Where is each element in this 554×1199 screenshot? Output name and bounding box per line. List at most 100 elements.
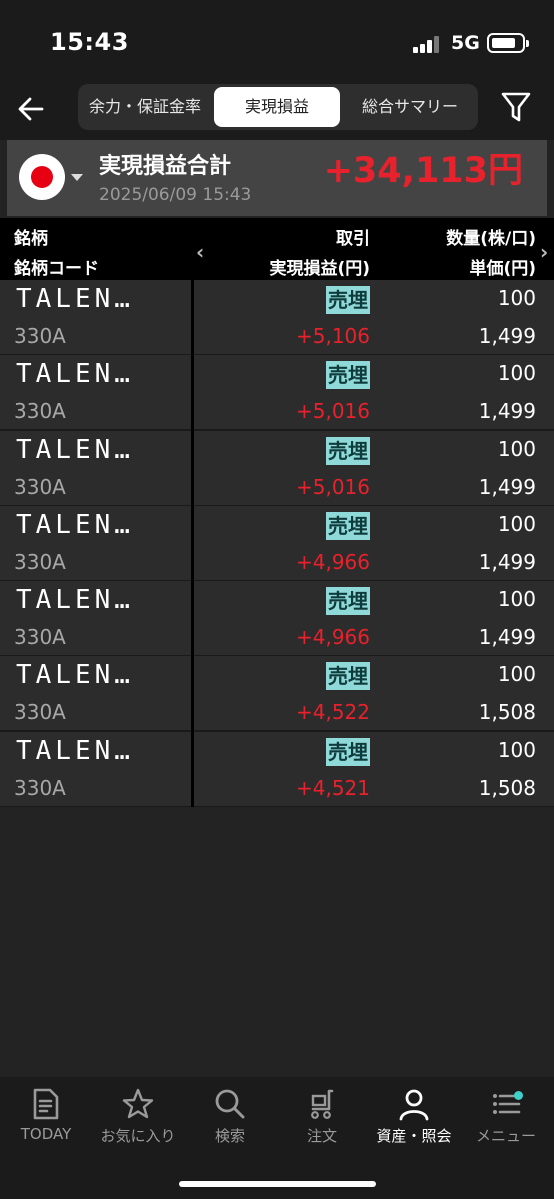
cart-icon: [311, 1089, 334, 1119]
back-button[interactable]: [14, 92, 48, 126]
stock-code: 330A: [14, 625, 66, 650]
quantity: 100: [497, 737, 536, 762]
market-selector[interactable]: [19, 154, 65, 200]
tab-summary[interactable]: 総合サマリー: [346, 87, 474, 127]
quantity: 100: [497, 286, 536, 310]
summary-title: 実現損益合計: [99, 154, 232, 179]
status-time: 15:43: [50, 28, 129, 56]
unit-price: 1,508: [478, 775, 536, 800]
pnl-summary: 実現損益合計 2025/06/09 15:43 +34,113円: [7, 140, 547, 216]
col-code: 銘柄コード: [14, 259, 99, 279]
stock-name: TALEN…: [16, 509, 134, 540]
unit-price: 1,499: [478, 549, 536, 574]
column-divider: [191, 280, 194, 807]
realized-pnl: +4,966: [295, 625, 370, 650]
trade-type-badge: 売埋: [326, 511, 370, 540]
star-icon: [122, 1088, 154, 1119]
status-bar: 15:43 5G: [0, 0, 554, 84]
unit-price: 1,499: [478, 399, 536, 424]
nav-order[interactable]: 注文: [276, 1087, 368, 1157]
trade-type-badge: 売埋: [326, 662, 370, 691]
search-icon: [215, 1089, 245, 1119]
unit-price: 1,499: [478, 625, 536, 650]
stock-name: TALEN…: [16, 284, 134, 314]
chevron-down-icon[interactable]: [71, 174, 83, 181]
document-icon: [33, 1088, 59, 1120]
trade-type-badge: 売埋: [326, 286, 370, 314]
realized-pnl: +4,521: [295, 775, 370, 800]
summary-amount: +34,113円: [323, 151, 523, 191]
table-row[interactable]: TALEN… 330A 売埋 +4,521 100 1,508: [0, 731, 554, 808]
notification-dot: [514, 1091, 523, 1100]
col-name: 銘柄: [14, 229, 48, 249]
stock-code: 330A: [14, 700, 66, 725]
table-row[interactable]: TALEN… 330A 売埋 +4,966 100 1,499: [0, 581, 554, 657]
stock-code: 330A: [14, 549, 66, 574]
stock-name: TALEN…: [16, 585, 134, 616]
trade-type-badge: 売埋: [326, 737, 370, 766]
nav-label: メニュー: [475, 1127, 536, 1145]
quantity: 100: [497, 436, 536, 461]
table-row[interactable]: TALEN… 330A 売埋 +5,016 100 1,499: [0, 430, 554, 506]
table-row[interactable]: TALEN… 330A 売埋 +5,016 100 1,499: [0, 355, 554, 431]
person-icon: [399, 1089, 429, 1121]
col-qty: 数量(株/口): [446, 229, 536, 249]
chevron-right-icon[interactable]: ›: [540, 240, 548, 264]
unit-price: 1,499: [478, 474, 536, 499]
nav-assets[interactable]: 資産・照会: [368, 1087, 460, 1157]
nav-label: お気に入り: [100, 1127, 176, 1145]
col-price: 単価(円): [469, 259, 536, 279]
trade-type-badge: 売埋: [326, 436, 370, 465]
nav-label: 注文: [306, 1127, 337, 1145]
table-row[interactable]: TALEN… 330A 売埋 +4,966 100 1,499: [0, 505, 554, 582]
japan-flag-icon: [31, 166, 53, 188]
trade-type-badge: 売埋: [326, 587, 370, 616]
realized-pnl: +5,016: [295, 399, 370, 424]
realized-pnl: +5,106: [295, 324, 370, 348]
back-arrow-icon: [18, 97, 44, 121]
stock-name: TALEN…: [16, 359, 134, 390]
header: 余力・保証金率 実現損益 総合サマリー: [0, 84, 554, 140]
tab-realized-pnl[interactable]: 実現損益: [214, 87, 340, 127]
tab-margin[interactable]: 余力・保証金率: [82, 87, 208, 127]
stock-name: TALEN…: [16, 434, 134, 465]
stock-code: 330A: [14, 474, 66, 499]
nav-label: 資産・照会: [376, 1127, 452, 1145]
quantity: 100: [497, 511, 536, 536]
table-row[interactable]: TALEN… 330A 売埋 +5,106 100 1,499: [0, 280, 554, 356]
realized-pnl: +4,522: [295, 700, 370, 725]
chevron-left-icon[interactable]: ‹: [196, 240, 204, 264]
nav-favorites[interactable]: お気に入り: [92, 1087, 184, 1157]
table-row[interactable]: TALEN… 330A 売埋 +4,522 100 1,508: [0, 656, 554, 732]
network-type: 5G: [451, 32, 480, 54]
nav-label: 検索: [214, 1127, 245, 1145]
realized-pnl: +5,016: [295, 474, 370, 499]
tab-bar: 余力・保証金率 実現損益 総合サマリー: [78, 84, 478, 130]
quantity: 100: [497, 662, 536, 687]
battery-icon: [487, 33, 529, 53]
filter-button[interactable]: [500, 90, 532, 124]
col-pnl: 実現損益(円): [269, 259, 370, 279]
summary-date: 2025/06/09 15:43: [99, 185, 252, 205]
stock-code: 330A: [14, 324, 66, 348]
trade-type-badge: 売埋: [326, 361, 370, 390]
unit-price: 1,508: [478, 700, 536, 725]
stock-code: 330A: [14, 775, 66, 800]
filter-icon: [501, 92, 531, 122]
quantity: 100: [497, 361, 536, 386]
trade-list: TALEN… 330A 売埋 +5,106 100 1,499 TALEN… 3…: [0, 280, 554, 808]
column-header: 銘柄 銘柄コード ‹ 取引 実現損益(円) 数量(株/口) 単価(円) ›: [0, 218, 554, 280]
realized-pnl: +4,966: [295, 549, 370, 574]
col-trade: 取引: [336, 229, 370, 249]
stock-code: 330A: [14, 399, 66, 424]
nav-label: TODAY: [20, 1125, 72, 1143]
stock-name: TALEN…: [16, 735, 134, 766]
signal-icon: [413, 35, 443, 53]
nav-search[interactable]: 検索: [184, 1087, 276, 1157]
nav-menu[interactable]: メニュー: [460, 1087, 552, 1157]
nav-today[interactable]: TODAY: [0, 1087, 92, 1157]
quantity: 100: [497, 587, 536, 612]
stock-name: TALEN…: [16, 660, 134, 691]
unit-price: 1,499: [478, 324, 536, 348]
home-indicator: [179, 1181, 376, 1187]
